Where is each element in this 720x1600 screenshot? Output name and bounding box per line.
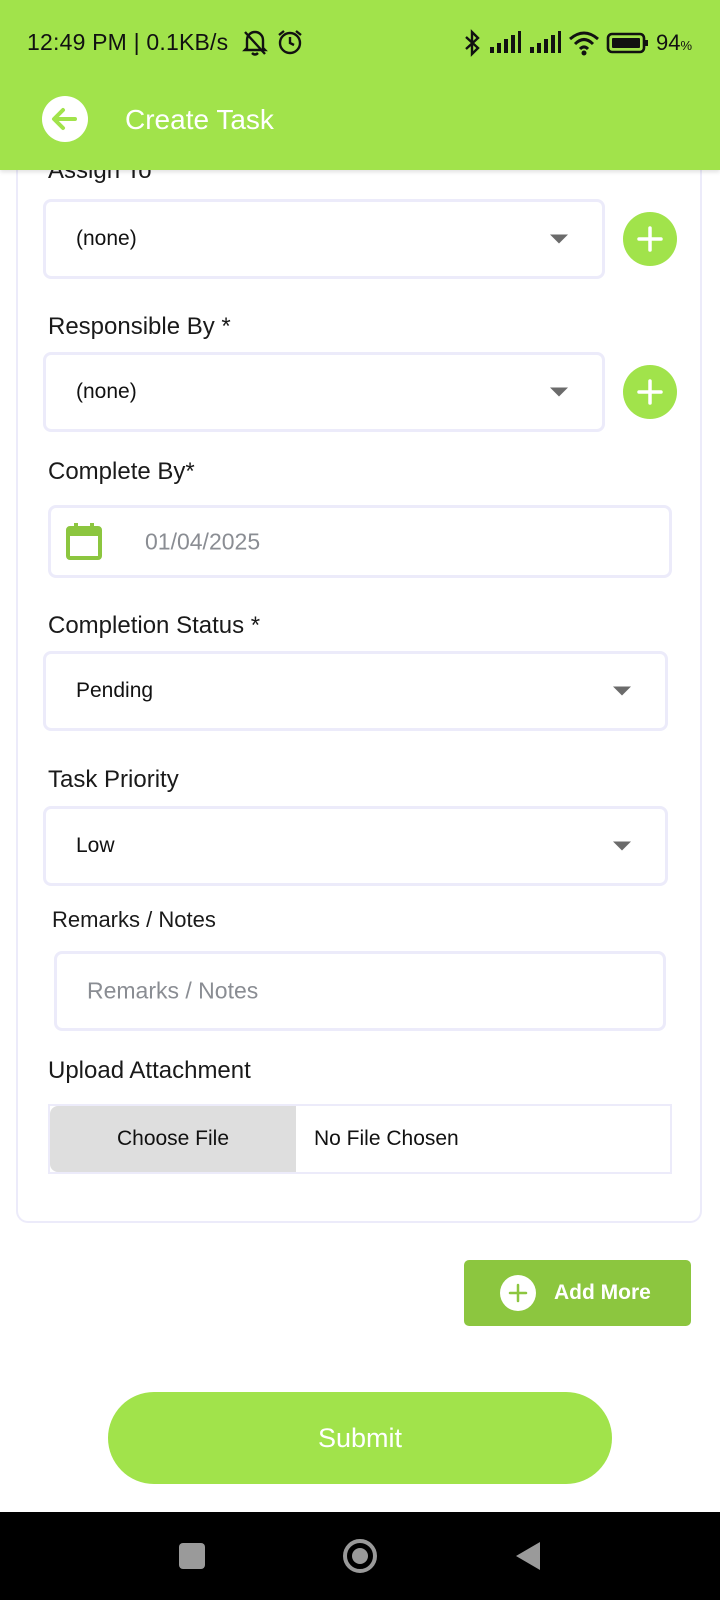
responsible-by-select[interactable]: (none) [43,352,605,432]
file-name-text: No File Chosen [314,1127,459,1150]
upload-attachment-label: Upload Attachment [48,1057,251,1084]
responsible-by-value: (none) [76,380,137,403]
task-priority-value: Low [76,834,115,857]
status-time: 12:49 PM | 0.1KB/s [27,29,229,55]
add-responsible-button[interactable] [623,365,677,419]
choose-file-button[interactable]: Choose File [50,1106,296,1172]
wifi-icon [568,31,599,56]
add-assignee-button[interactable] [623,212,677,266]
remarks-input[interactable]: Remarks / Notes [54,951,666,1031]
remarks-placeholder: Remarks / Notes [87,977,259,1004]
status-right: 94% [462,27,692,59]
battery-percent: 94% [655,30,692,55]
assign-to-value: (none) [76,227,137,250]
battery-icon [606,32,648,54]
page-title: Create Task [125,104,274,135]
chevron-down-icon [613,686,631,696]
file-upload-field: Choose File No File Chosen [48,1104,672,1174]
mute-bell-icon [242,30,268,56]
alarm-icon [278,30,302,55]
home-icon[interactable] [341,1537,379,1575]
plus-icon [637,379,663,405]
arrow-left-icon [52,108,77,130]
complete-by-value: 01/04/2025 [145,528,261,554]
app-header: 12:49 PM | 0.1KB/s 94% Create Task [0,0,720,170]
complete-by-label: Complete By* [48,458,195,485]
assign-to-select[interactable]: (none) [43,199,605,279]
signal-icon [489,31,521,53]
completion-status-value: Pending [76,679,154,702]
recents-icon[interactable] [174,1538,210,1574]
completion-status-label: Completion Status * [48,612,261,639]
complete-by-date-field[interactable]: 01/04/2025 [48,505,672,578]
back-button[interactable] [42,96,88,142]
responsible-by-label: Responsible By * [48,313,231,340]
system-navigation-bar [0,1512,720,1600]
chevron-down-icon [550,387,568,397]
submit-button[interactable]: Submit [108,1392,612,1484]
calendar-icon [66,523,102,560]
back-nav-icon[interactable] [510,1538,546,1574]
status-left-icons [242,28,304,56]
add-more-button[interactable]: Add More [464,1260,691,1326]
bluetooth-icon [465,29,480,57]
task-priority-label: Task Priority [48,766,179,793]
chevron-down-icon [613,841,631,851]
task-priority-select[interactable]: Low [43,806,668,886]
add-more-label: Add More [554,1281,651,1304]
signal-icon [529,31,561,53]
plus-circle-icon [500,1275,536,1311]
remarks-label: Remarks / Notes [52,907,216,932]
completion-status-select[interactable]: Pending [43,651,668,731]
plus-icon [637,226,663,252]
chevron-down-icon [550,234,568,244]
